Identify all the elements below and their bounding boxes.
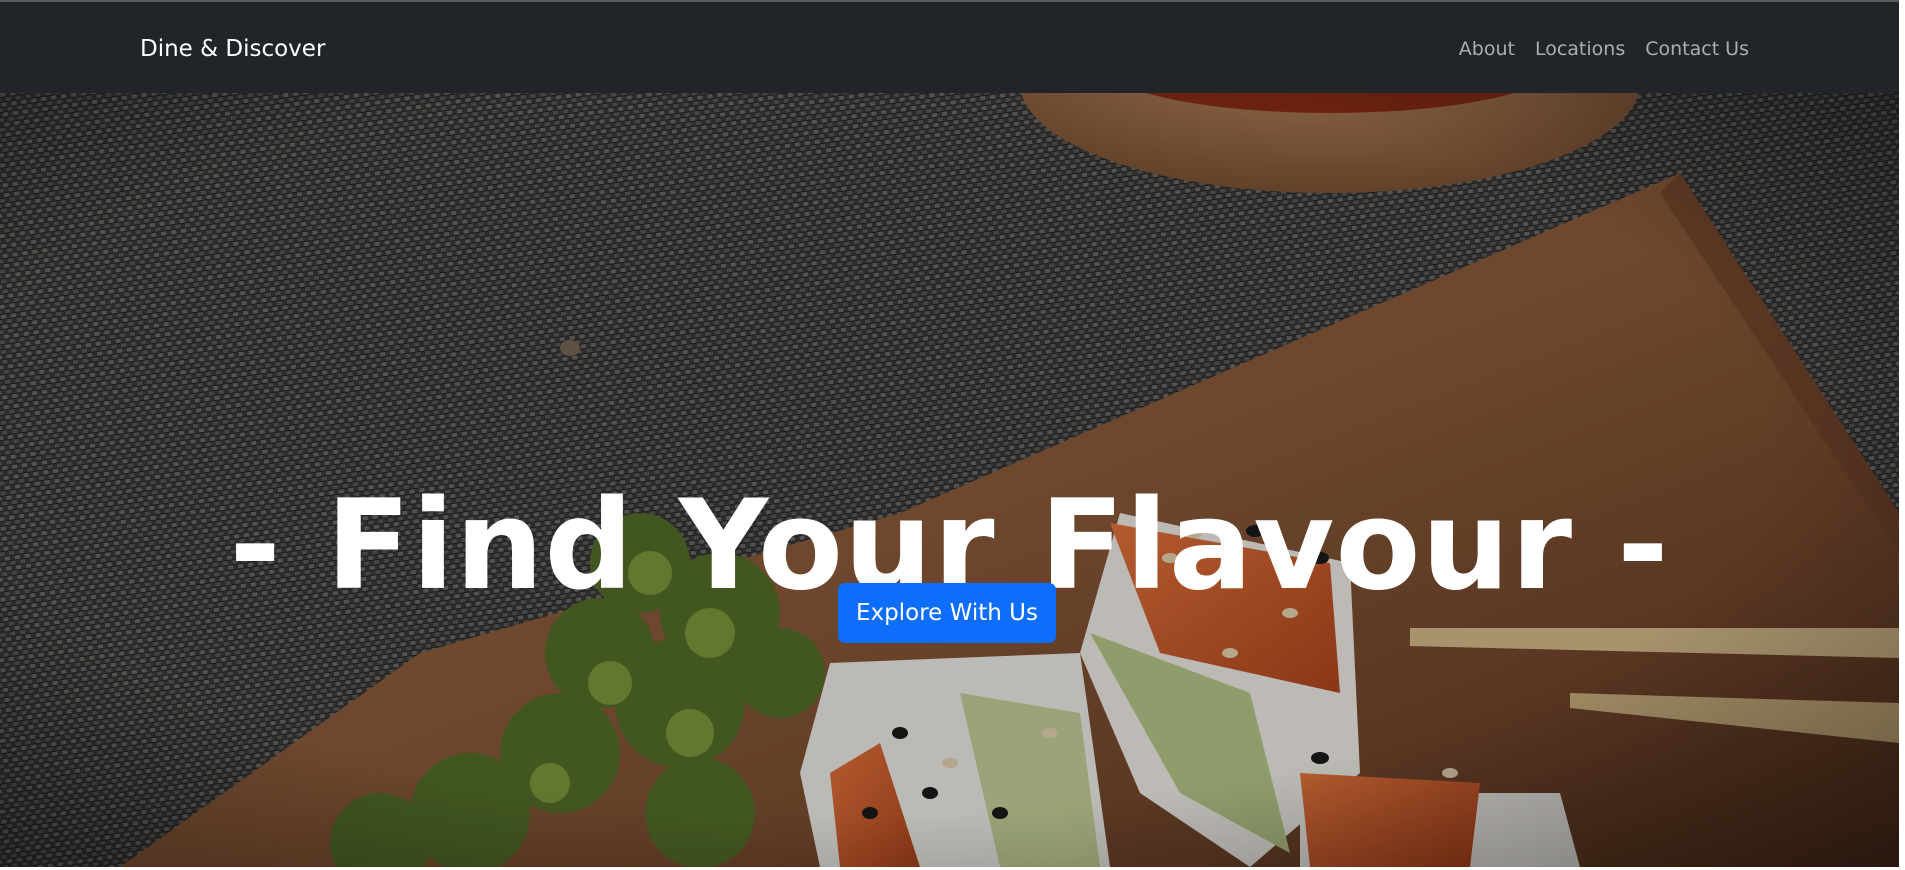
brand-link[interactable]: Dine & Discover bbox=[140, 34, 325, 64]
nav-link-contact-us[interactable]: Contact Us bbox=[1645, 36, 1749, 62]
navbar: Dine & Discover About Locations Contact … bbox=[0, 2, 1899, 93]
nav-link-locations[interactable]: Locations bbox=[1535, 36, 1625, 62]
landing-page: Dine & Discover About Locations Contact … bbox=[0, 0, 1899, 867]
nav-link-about[interactable]: About bbox=[1459, 36, 1515, 62]
explore-with-us-button[interactable]: Explore With Us bbox=[838, 583, 1056, 643]
nav-links: About Locations Contact Us bbox=[1459, 36, 1749, 62]
scrollbar-track[interactable] bbox=[1899, 0, 1905, 870]
browser-viewport: Dine & Discover About Locations Contact … bbox=[0, 0, 1905, 870]
hero-section: - Find Your Flavour - Explore With Us bbox=[0, 93, 1899, 867]
